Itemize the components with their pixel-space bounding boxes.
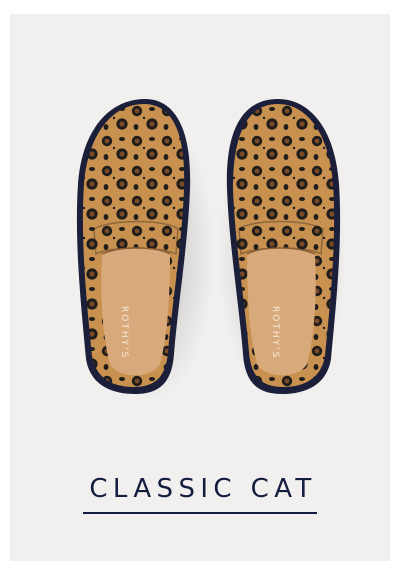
- right-insole-brand: ROTHY'S: [270, 306, 280, 359]
- left-insole-brand: ROTHY'S: [119, 306, 129, 359]
- product-card[interactable]: ROTHY'S ROTHY'S CLASSIC CAT: [10, 14, 390, 561]
- right-loafer: ROTHY'S: [218, 99, 346, 404]
- product-title-link[interactable]: CLASSIC CAT: [10, 472, 390, 514]
- product-image[interactable]: ROTHY'S ROTHY'S: [10, 14, 390, 464]
- left-loafer: ROTHY'S: [76, 99, 214, 404]
- product-title: CLASSIC CAT: [83, 472, 317, 514]
- loafers-illustration: ROTHY'S ROTHY'S: [76, 99, 346, 404]
